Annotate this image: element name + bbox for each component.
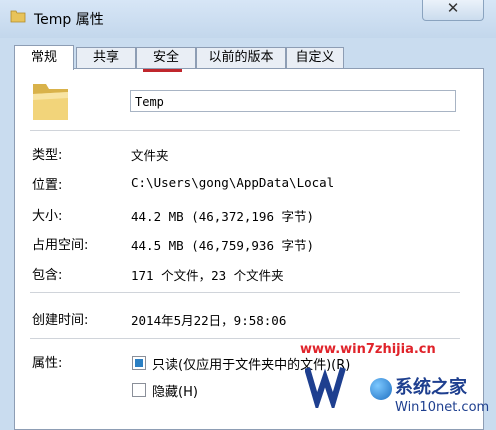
close-button[interactable]: ✕ — [422, 0, 484, 21]
tab-security[interactable]: 安全 — [136, 47, 196, 68]
tab-customize[interactable]: 自定义 — [286, 47, 344, 68]
readonly-checkbox[interactable] — [132, 356, 146, 370]
attributes-label: 属性: — [32, 356, 63, 371]
hidden-label[interactable]: 隐藏(H) — [152, 381, 198, 400]
tab-general[interactable]: 常规 — [14, 45, 74, 70]
created-value: 2014年5月22日，9:58:06 — [131, 313, 287, 328]
size-value: 44.2 MB (46,372,196 字节) — [131, 209, 315, 224]
folder-large-icon — [33, 84, 68, 120]
watermark-win7zhijia: www.win7zhijia.cn — [300, 342, 436, 357]
watermark-globe-icon — [370, 378, 392, 400]
window-title: Temp 属性 — [34, 12, 104, 28]
size-on-disk-label: 占用空间: — [32, 238, 89, 253]
folder-name-input[interactable]: Temp — [130, 90, 456, 112]
divider — [30, 130, 460, 131]
security-tab-underline — [143, 69, 182, 72]
location-value: C:\Users\gong\AppData\Local — [131, 175, 335, 190]
contains-value: 171 个文件，23 个文件夹 — [131, 268, 284, 283]
folder-icon — [10, 10, 26, 23]
divider — [30, 338, 460, 339]
size-label: 大小: — [32, 209, 63, 224]
close-icon: ✕ — [446, 0, 460, 17]
size-on-disk-value: 44.5 MB (46,759,936 字节) — [131, 238, 315, 253]
type-label: 类型: — [32, 148, 63, 163]
tab-bar: 常规 共享 安全 以前的版本 自定义 — [14, 45, 484, 70]
watermark-url: Win10net.com — [395, 400, 490, 415]
hidden-checkbox[interactable] — [132, 383, 146, 397]
location-label: 位置: — [32, 178, 63, 193]
watermark-logo-icon — [305, 367, 346, 408]
tab-previous-versions[interactable]: 以前的版本 — [196, 47, 286, 68]
title-bar: Temp 属性 ✕ — [0, 0, 496, 38]
tab-sharing[interactable]: 共享 — [76, 47, 136, 68]
divider — [30, 292, 460, 293]
created-label: 创建时间: — [32, 313, 89, 328]
watermark-brand: 系统之家 — [395, 377, 467, 398]
type-value: 文件夹 — [131, 148, 169, 163]
contains-label: 包含: — [32, 268, 63, 283]
